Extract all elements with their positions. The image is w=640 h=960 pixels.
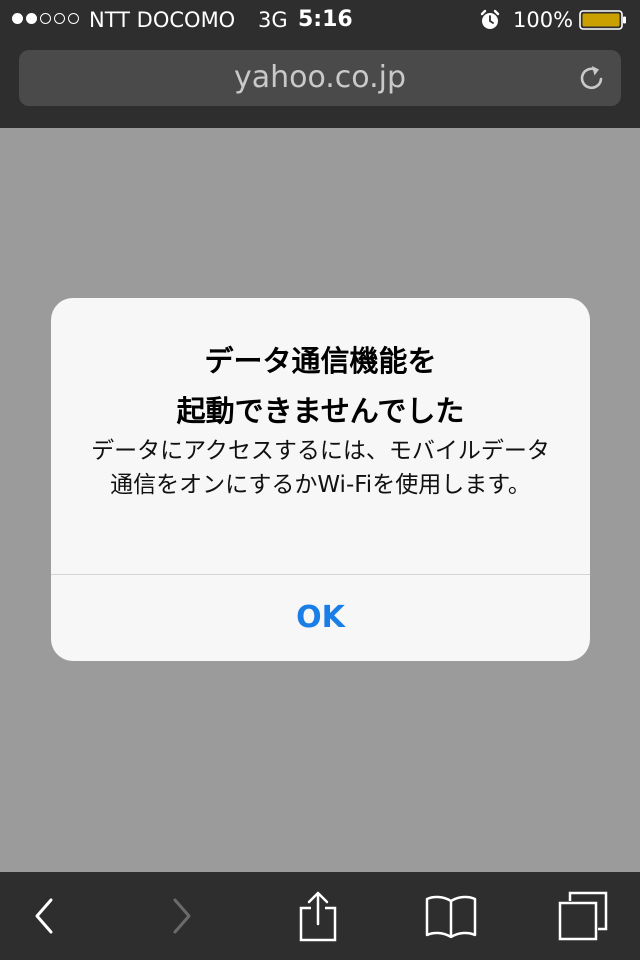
forward-icon — [173, 898, 191, 934]
alert-title: データ通信機能を 起動できませんでした — [176, 344, 465, 428]
alert-message: データにアクセスするには、モバイルデータ通信をオンにするかWi-Fiを使用します… — [91, 438, 550, 498]
status-bar: NTT DOCOMO 3G 5:16 100% — [0, 0, 640, 40]
bookmarks-button[interactable] — [418, 872, 484, 960]
share-button[interactable] — [288, 872, 348, 960]
reload-icon[interactable] — [577, 63, 607, 93]
ok-button[interactable]: OK — [51, 575, 590, 661]
signal-strength-icon — [12, 13, 79, 24]
battery-icon — [579, 10, 626, 30]
address-bar[interactable]: yahoo.co.jp — [19, 50, 621, 106]
url-text[interactable]: yahoo.co.jp — [19, 50, 621, 106]
carrier-name: NTT DOCOMO — [89, 8, 236, 32]
network-type: 3G — [258, 8, 288, 32]
signal-dot — [12, 13, 23, 24]
share-icon — [299, 891, 337, 942]
tabs-button[interactable] — [552, 872, 614, 960]
signal-dot — [26, 13, 37, 24]
status-time: 5:16 — [298, 7, 353, 32]
forward-button[interactable] — [152, 872, 212, 960]
back-button[interactable] — [14, 872, 74, 960]
top-chrome: NTT DOCOMO 3G 5:16 100% yahoo.co.jp — [0, 0, 640, 128]
signal-dot — [54, 13, 65, 24]
signal-dot — [40, 13, 51, 24]
safari-screen: NTT DOCOMO 3G 5:16 100% yahoo.co.jp データ通… — [0, 0, 640, 960]
signal-dot — [68, 13, 79, 24]
battery-percentage: 100% — [513, 8, 574, 32]
tabs-icon — [558, 891, 608, 941]
bottom-toolbar — [0, 872, 640, 960]
back-icon — [35, 898, 53, 934]
alarm-clock-icon — [480, 9, 500, 29]
bookmarks-icon — [425, 895, 477, 939]
